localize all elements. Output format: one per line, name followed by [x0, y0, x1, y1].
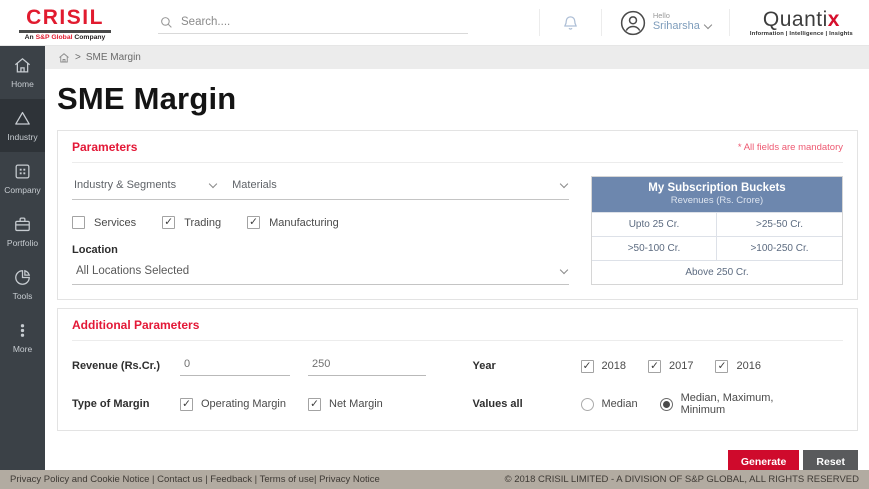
- trading-checkbox-label: Trading: [184, 217, 221, 229]
- footer: Privacy Policy and Cookie Notice | Conta…: [0, 470, 869, 489]
- company-icon: [13, 162, 32, 181]
- portfolio-icon: [13, 215, 32, 234]
- additional-parameters-heading: Additional Parameters: [72, 318, 199, 332]
- year-2017-checkbox[interactable]: [648, 360, 661, 373]
- parameters-panel: Parameters * All fields are mandatory In…: [57, 130, 858, 300]
- year-2016-label: 2016: [736, 360, 760, 372]
- bucket-cell: Upto 25 Cr.: [592, 212, 717, 236]
- tools-icon: [13, 268, 32, 287]
- year-2016-checkbox[interactable]: [715, 360, 728, 373]
- location-value: All Locations Selected: [76, 265, 189, 277]
- user-avatar-icon: [620, 10, 646, 36]
- chevron-down-icon: [560, 179, 568, 187]
- sidebar-item-label: Home: [11, 79, 34, 89]
- type-of-margin-label: Type of Margin: [72, 398, 180, 410]
- sidebar-item-home[interactable]: Home: [0, 46, 45, 99]
- user-name: Sriharsha: [653, 20, 700, 33]
- revenue-min-input[interactable]: [180, 356, 290, 376]
- operating-margin-label: Operating Margin: [201, 398, 286, 410]
- location-label: Location: [72, 244, 569, 256]
- sidebar-item-label: Portfolio: [7, 238, 38, 248]
- chevron-down-icon: [704, 21, 712, 29]
- breadcrumb-separator: >: [75, 52, 81, 63]
- user-greeting: Hello: [653, 12, 711, 21]
- footer-copyright: © 2018 CRISIL LIMITED - A DIVISION OF S&…: [505, 474, 859, 485]
- subscription-buckets-title: My Subscription Buckets: [596, 182, 838, 194]
- crisil-logo-bar: [19, 30, 111, 33]
- subscription-buckets-subtitle: Revenues (Rs. Crore): [596, 195, 838, 206]
- bucket-cell: >100-250 Cr.: [717, 236, 842, 260]
- sidebar-item-industry[interactable]: Industry: [0, 99, 45, 152]
- services-checkbox-label: Services: [94, 217, 136, 229]
- chevron-down-icon: [209, 179, 217, 187]
- sidebar-item-more[interactable]: More: [0, 311, 45, 364]
- revenue-label: Revenue (Rs.Cr.): [72, 360, 180, 372]
- sidebar-item-label: More: [13, 344, 32, 354]
- additional-parameters-panel: Additional Parameters Revenue (Rs.Cr.) Y…: [57, 308, 858, 431]
- industry-segments-value: Materials: [232, 179, 277, 191]
- crisil-logo-tagline: An S&P Global Company: [25, 34, 106, 41]
- net-margin-label: Net Margin: [329, 398, 383, 410]
- sidebar-item-label: Company: [4, 185, 40, 195]
- subscription-buckets-table: My Subscription Buckets Revenues (Rs. Cr…: [591, 176, 843, 285]
- sidebar-item-label: Industry: [7, 132, 37, 142]
- search-icon: [160, 16, 173, 29]
- year-2018-label: 2018: [602, 360, 626, 372]
- search-input[interactable]: [181, 16, 466, 28]
- industry-segments-label: Industry & Segments: [74, 179, 176, 191]
- top-header: CRISIL An S&P Global Company Hello Sriha…: [0, 0, 869, 46]
- manufacturing-checkbox[interactable]: [247, 216, 260, 229]
- left-sidebar: Home Industry Company Portfolio Tools Mo…: [0, 46, 45, 470]
- trading-checkbox[interactable]: [162, 216, 175, 229]
- quantix-tagline: Information | Intelligence | Insights: [750, 31, 853, 37]
- page-title: SME Margin: [57, 81, 869, 117]
- global-search[interactable]: [158, 12, 468, 34]
- industry-icon: [13, 109, 32, 128]
- bucket-cell: >50-100 Cr.: [592, 236, 717, 260]
- median-max-min-radio[interactable]: [660, 398, 673, 411]
- bucket-cell: Above 250 Cr.: [592, 260, 842, 284]
- sidebar-item-label: Tools: [13, 291, 33, 301]
- industry-segments-dropdown[interactable]: Industry & Segments Materials: [72, 176, 569, 200]
- manufacturing-checkbox-label: Manufacturing: [269, 217, 339, 229]
- year-2018-checkbox[interactable]: [581, 360, 594, 373]
- user-menu[interactable]: Hello Sriharsha: [602, 0, 729, 45]
- parameters-heading: Parameters: [72, 140, 137, 154]
- sidebar-item-portfolio[interactable]: Portfolio: [0, 205, 45, 258]
- chevron-down-icon: [560, 265, 568, 273]
- services-checkbox[interactable]: [72, 216, 85, 229]
- median-max-min-radio-label: Median, Maximum, Minimum: [681, 392, 821, 416]
- year-2017-label: 2017: [669, 360, 693, 372]
- median-radio[interactable]: [581, 398, 594, 411]
- mandatory-note: * All fields are mandatory: [738, 142, 843, 153]
- revenue-max-input[interactable]: [308, 356, 426, 376]
- net-margin-checkbox[interactable]: [308, 398, 321, 411]
- notifications-button[interactable]: [540, 0, 601, 45]
- bucket-cell: >25-50 Cr.: [717, 212, 842, 236]
- sidebar-item-tools[interactable]: Tools: [0, 258, 45, 311]
- location-dropdown[interactable]: All Locations Selected: [72, 258, 569, 285]
- more-icon: [13, 321, 32, 340]
- home-icon: [13, 56, 32, 75]
- operating-margin-checkbox[interactable]: [180, 398, 193, 411]
- values-all-label: Values all: [473, 398, 581, 410]
- breadcrumb-current: SME Margin: [86, 52, 141, 63]
- crisil-logo-text: CRISIL: [26, 7, 104, 28]
- crisil-logo[interactable]: CRISIL An S&P Global Company: [0, 5, 130, 41]
- breadcrumb-home-icon[interactable]: [58, 52, 70, 64]
- bell-icon: [562, 14, 579, 31]
- subscription-buckets-header: My Subscription Buckets Revenues (Rs. Cr…: [592, 177, 842, 212]
- quantix-logo-text: Quantix: [763, 9, 840, 30]
- median-radio-label: Median: [602, 398, 638, 410]
- breadcrumb: > SME Margin: [45, 46, 869, 69]
- footer-links[interactable]: Privacy Policy and Cookie Notice | Conta…: [10, 474, 380, 485]
- quantix-logo: Quantix Information | Intelligence | Ins…: [730, 9, 869, 37]
- year-label: Year: [473, 360, 581, 372]
- sidebar-item-company[interactable]: Company: [0, 152, 45, 205]
